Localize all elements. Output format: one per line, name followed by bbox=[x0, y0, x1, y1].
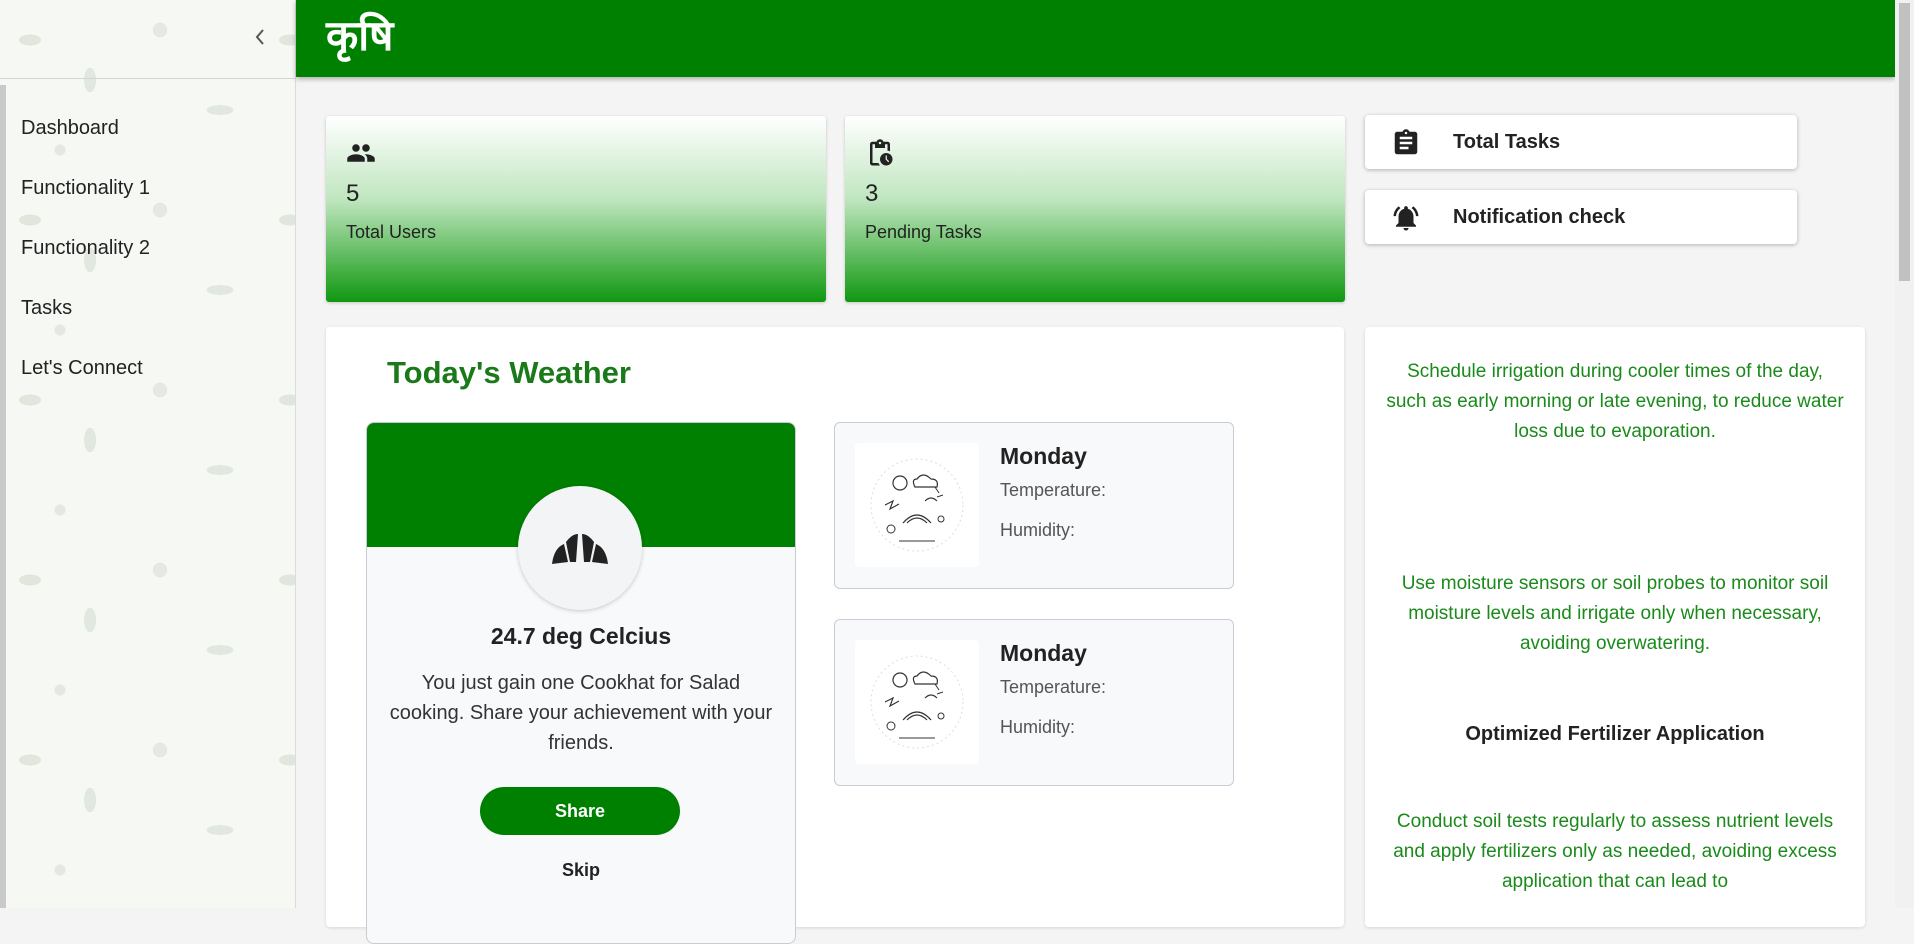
sidebar-item-functionality-2[interactable]: Functionality 2 bbox=[0, 218, 295, 278]
forecast-humidity-label: Humidity: bbox=[1000, 717, 1076, 737]
weather-doodle-image bbox=[855, 640, 979, 764]
forecast-temperature-label: Temperature: bbox=[1000, 677, 1107, 697]
sidebar-item-lets-connect[interactable]: Let's Connect bbox=[0, 338, 295, 398]
day-forecast-card: Monday Temperature: Humidity: bbox=[834, 422, 1234, 589]
tip-heading-fertilizer: Optimized Fertilizer Application bbox=[1465, 723, 1765, 745]
forecast-day: Monday bbox=[1000, 640, 1087, 666]
total-users-label: Total Users bbox=[346, 222, 437, 242]
scrollbar-thumb[interactable] bbox=[1899, 3, 1910, 281]
people-icon bbox=[346, 138, 376, 168]
page-scrollbar[interactable] bbox=[1895, 0, 1914, 908]
total-users-card: 5 Total Users bbox=[326, 116, 826, 302]
sidebar-item-functionality-1[interactable]: Functionality 1 bbox=[0, 158, 295, 218]
sidebar-nav: Dashboard Functionality 1 Functionality … bbox=[0, 98, 295, 398]
farming-tips-panel: Schedule irrigation during cooler times … bbox=[1365, 327, 1865, 927]
tip-moisture-sensors: Use moisture sensors or soil probes to m… bbox=[1401, 573, 1829, 654]
total-tasks-label: Total Tasks bbox=[1453, 131, 1561, 153]
share-button[interactable]: Share bbox=[480, 787, 680, 835]
pending-tasks-value: 3 bbox=[865, 180, 879, 207]
croissant-icon bbox=[518, 486, 642, 610]
notification-check-label: Notification check bbox=[1453, 206, 1626, 228]
notification-check-button[interactable]: Notification check bbox=[1365, 190, 1797, 244]
forecast-day: Monday bbox=[1000, 443, 1087, 469]
app-title: कृषि bbox=[326, 11, 394, 60]
chevron-left-icon[interactable] bbox=[248, 22, 272, 52]
achievement-temperature: 24.7 deg Celcius bbox=[490, 623, 672, 649]
weather-doodle-image bbox=[855, 443, 979, 567]
tip-irrigation-timing: Schedule irrigation during cooler times … bbox=[1386, 361, 1844, 442]
total-tasks-button[interactable]: Total Tasks bbox=[1365, 115, 1797, 169]
total-users-value: 5 bbox=[346, 180, 360, 207]
clipboard-icon bbox=[1391, 128, 1421, 158]
pending-tasks-card: 3 Pending Tasks bbox=[845, 116, 1345, 302]
pending-tasks-label: Pending Tasks bbox=[865, 222, 982, 242]
sidebar-item-tasks[interactable]: Tasks bbox=[0, 278, 295, 338]
achievement-text: You just gain one Cookhat for Salad cook… bbox=[389, 672, 773, 754]
forecast-humidity-label: Humidity: bbox=[1000, 520, 1076, 540]
sidebar-header bbox=[0, 0, 295, 79]
bell-alert-icon bbox=[1391, 203, 1421, 233]
weather-title: Today's Weather bbox=[387, 355, 631, 390]
skip-button[interactable]: Skip bbox=[367, 860, 795, 881]
pending-actions-icon bbox=[865, 138, 895, 168]
forecast-temperature-label: Temperature: bbox=[1000, 480, 1107, 500]
tip-soil-tests: Conduct soil tests regularly to assess n… bbox=[1393, 811, 1837, 892]
day-forecast-card: Monday Temperature: Humidity: bbox=[834, 619, 1234, 786]
sidebar-item-dashboard[interactable]: Dashboard bbox=[0, 98, 295, 158]
sidebar: Dashboard Functionality 1 Functionality … bbox=[0, 0, 296, 908]
weather-panel: Today's Weather 24.7 deg Celcius You jus… bbox=[326, 327, 1344, 944]
achievement-card: 24.7 deg Celcius You just gain one Cookh… bbox=[366, 422, 796, 944]
app-bar: कृषि bbox=[296, 0, 1895, 77]
